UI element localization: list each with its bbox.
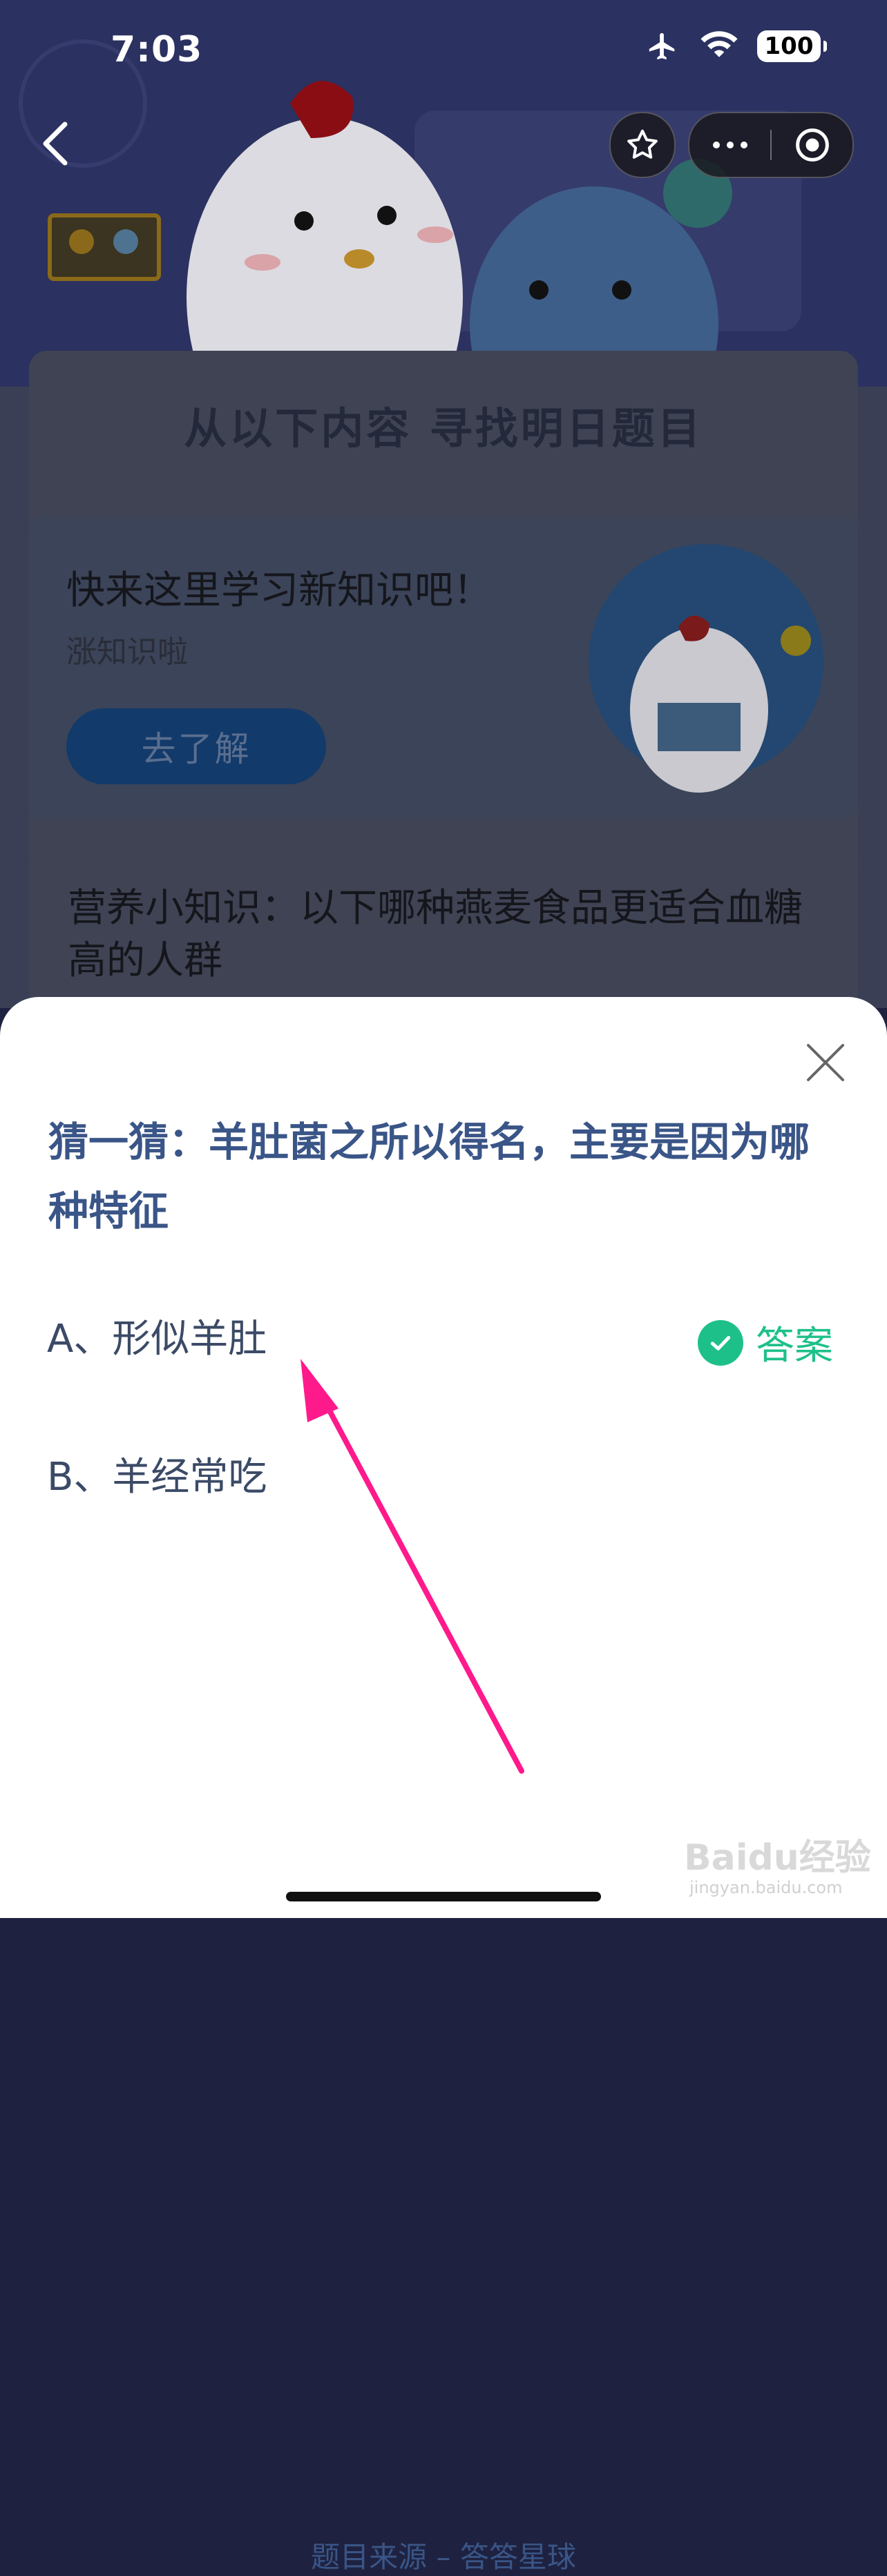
knowledge-title: 营养小知识：以下哪种燕麦食品更适合血糖高的人群 bbox=[68, 886, 803, 983]
more-dots-icon bbox=[712, 142, 747, 148]
learn-more-button[interactable]: 去了解 bbox=[66, 708, 326, 784]
promo-card[interactable]: 快来这里学习新知识吧！ 涨知识啦 去了解 bbox=[29, 516, 858, 819]
option-a[interactable]: A、形似羊肚 bbox=[47, 1308, 267, 1364]
home-indicator[interactable] bbox=[286, 1892, 601, 1901]
question-source: 题目来源 – 答答星球 bbox=[0, 2534, 887, 2576]
target-icon bbox=[795, 128, 829, 162]
favorite-button[interactable] bbox=[609, 112, 676, 178]
status-bar: 7:03 100 bbox=[0, 0, 887, 104]
watermark-text: Baidu经验 bbox=[684, 1837, 871, 1879]
more-button[interactable] bbox=[689, 113, 770, 177]
status-time: 7:03 bbox=[111, 29, 203, 70]
promo-subtitle: 涨知识啦 bbox=[66, 635, 188, 670]
status-icons: 100 bbox=[644, 30, 827, 62]
answer-marker: 答案 bbox=[698, 1315, 833, 1371]
mini-program-capsule bbox=[688, 112, 854, 178]
answer-label: 答案 bbox=[756, 1324, 833, 1368]
exit-button[interactable] bbox=[772, 113, 852, 177]
check-circle-icon bbox=[698, 1319, 743, 1366]
battery-indicator: 100 bbox=[757, 30, 827, 62]
section-title: 从以下内容 寻找明日题目 bbox=[184, 403, 703, 454]
promo-title: 快来这里学习新知识吧！ bbox=[66, 568, 492, 613]
baidu-watermark: Baidu经验 jingyan.baidu.com bbox=[684, 1830, 877, 1899]
close-button[interactable] bbox=[801, 1038, 850, 1087]
star-icon bbox=[627, 129, 658, 159]
question-text: 猜一猜：羊肚菌之所以得名，主要是因为哪种特征 bbox=[48, 1118, 810, 1234]
option-b[interactable]: B、羊经常吃 bbox=[47, 1446, 267, 1502]
source-text: 题目来源 – 答答星球 bbox=[311, 2540, 576, 2574]
airplane-icon bbox=[649, 32, 675, 60]
back-button[interactable] bbox=[35, 116, 76, 171]
chick-reading-illustration bbox=[589, 544, 823, 793]
answer-sheet: 猜一猜：羊肚菌之所以得名，主要是因为哪种特征 A、形似羊肚 答案 B、羊经常吃 … bbox=[0, 997, 887, 2574]
close-icon bbox=[807, 1044, 844, 1081]
wifi-icon bbox=[700, 31, 738, 57]
watermark-url: jingyan.baidu.com bbox=[689, 1878, 842, 1897]
chevron-left-icon bbox=[43, 122, 68, 166]
